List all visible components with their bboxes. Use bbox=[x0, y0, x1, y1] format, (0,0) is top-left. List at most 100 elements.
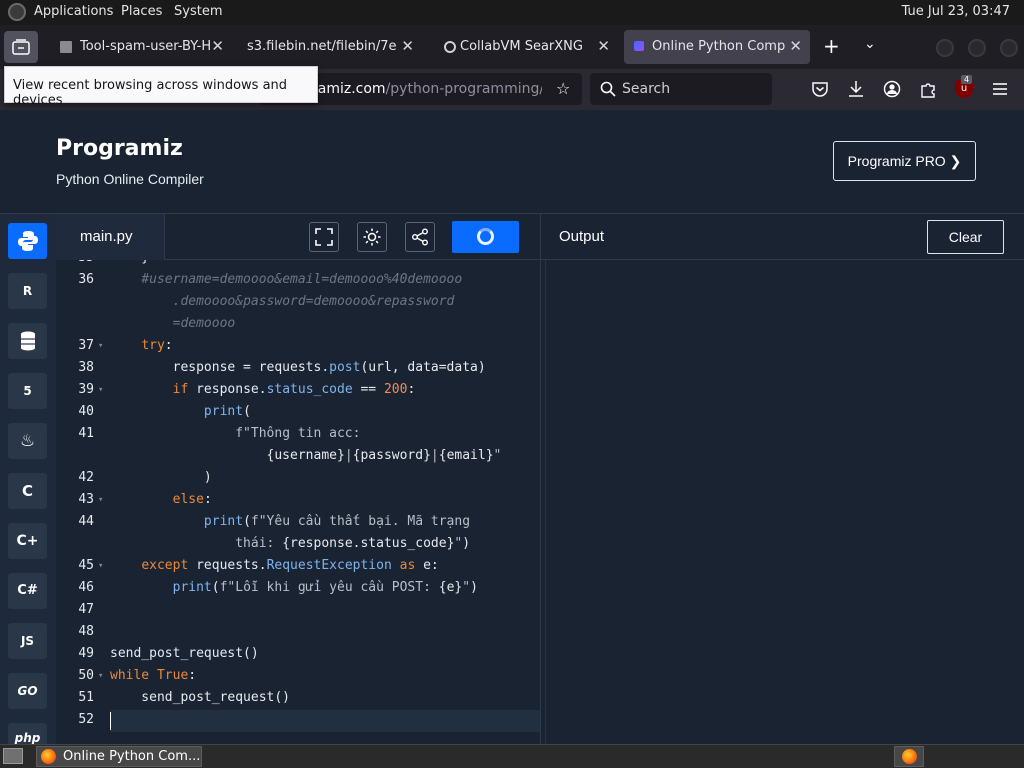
programiz-pro-button[interactable]: Programiz PRO ❯ bbox=[833, 141, 976, 181]
output-panel[interactable] bbox=[540, 260, 1024, 744]
editor-toolbar: main.py bbox=[56, 213, 540, 261]
output-header: Output Clear bbox=[540, 213, 1024, 260]
code-line: } bbox=[110, 260, 149, 265]
downloads-icon[interactable] bbox=[847, 80, 865, 98]
fullscreen-icon bbox=[315, 228, 333, 246]
line-number: 50 bbox=[78, 668, 94, 683]
hamburger-menu-icon[interactable] bbox=[992, 82, 1008, 96]
document-favicon-icon bbox=[60, 41, 72, 53]
file-tab-main-py[interactable]: main.py bbox=[56, 214, 165, 261]
places-menu[interactable]: Places bbox=[121, 4, 162, 19]
line-number: 35 bbox=[56, 260, 94, 265]
close-tab-icon[interactable]: ✕ bbox=[597, 37, 610, 55]
code-line: {username}|{password}|{email}" bbox=[110, 448, 502, 463]
go-icon[interactable]: GO bbox=[8, 673, 47, 709]
clock[interactable]: Tue Jul 23, 03:47 bbox=[902, 4, 1010, 19]
fold-arrow-icon[interactable]: ▾ bbox=[98, 341, 103, 351]
address-bar-url: ramiz.com/python-programming/onl bbox=[312, 81, 542, 97]
theme-toggle-button[interactable] bbox=[357, 222, 387, 252]
tab-searxng[interactable]: CollabVM SearXNG ✕ bbox=[432, 30, 618, 64]
line-number: 49 bbox=[78, 646, 94, 661]
share-icon bbox=[412, 228, 428, 246]
applications-menu[interactable]: Applications bbox=[34, 4, 113, 19]
searxng-favicon-icon bbox=[444, 41, 456, 53]
csharp-icon[interactable]: C# bbox=[8, 573, 47, 609]
tabs-list-icon bbox=[12, 39, 30, 55]
close-tab-icon[interactable]: ✕ bbox=[211, 37, 224, 55]
page-subtitle: Python Online Compiler bbox=[56, 171, 204, 187]
search-bar[interactable]: Search bbox=[590, 73, 772, 105]
fold-arrow-icon[interactable]: ▾ bbox=[98, 385, 103, 395]
tab-title: CollabVM SearXNG bbox=[460, 39, 583, 54]
tab-tool-spam[interactable]: Tool-spam-user-BY-H ✕ bbox=[48, 30, 232, 64]
share-button[interactable] bbox=[405, 222, 435, 252]
code-line: else: bbox=[172, 492, 212, 507]
maximize-window-button[interactable] bbox=[968, 39, 986, 57]
pocket-icon[interactable] bbox=[811, 80, 829, 98]
run-button[interactable] bbox=[452, 221, 519, 253]
show-desktop-icon[interactable] bbox=[3, 748, 23, 764]
logo-text: Programiz bbox=[56, 136, 183, 161]
code-line: print(f"Yêu cầu thất bại. Mã trạng bbox=[203, 514, 471, 529]
js-icon[interactable]: JS bbox=[8, 623, 47, 659]
clear-button[interactable]: Clear bbox=[927, 220, 1004, 254]
code-line: try: bbox=[141, 338, 173, 353]
fold-arrow-icon[interactable]: ▾ bbox=[98, 495, 103, 505]
code-line: print(f"Lỗi khi gửi yêu cầu POST: {e}") bbox=[172, 580, 478, 595]
python-icon[interactable] bbox=[8, 223, 47, 259]
c-icon[interactable]: C bbox=[8, 473, 47, 509]
database-icon[interactable] bbox=[8, 323, 47, 359]
recent-browsing-button[interactable] bbox=[4, 31, 38, 63]
php-icon[interactable]: php bbox=[8, 723, 47, 745]
system-menu[interactable]: System bbox=[174, 4, 222, 19]
code-line: .demoooo&password=demoooo&repassword bbox=[172, 294, 455, 309]
java-icon[interactable]: ♨ bbox=[8, 423, 47, 459]
gnome-foot-icon[interactable] bbox=[8, 3, 26, 21]
list-all-tabs-chevron-icon[interactable]: ⌄ bbox=[864, 36, 876, 52]
taskbar-window-title: Online Python Com... bbox=[63, 749, 201, 764]
ublock-badge: 4 bbox=[961, 75, 973, 84]
tab-filebin[interactable]: s3.filebin.net/filebin/7e74 ✕ bbox=[234, 30, 422, 64]
fold-arrow-icon[interactable]: ▾ bbox=[98, 561, 103, 571]
fullscreen-button[interactable] bbox=[309, 222, 339, 252]
line-number: 52 bbox=[78, 712, 94, 727]
line-number: 46 bbox=[78, 580, 94, 595]
html5-icon[interactable]: 5 bbox=[8, 373, 47, 409]
line-number: 42 bbox=[78, 470, 94, 485]
code-line: send_post_request() bbox=[110, 690, 291, 705]
line-number: 37 bbox=[78, 338, 94, 353]
tab-title: Online Python Compile bbox=[652, 39, 786, 54]
tab-online-python-compiler[interactable]: Online Python Compile ✕ bbox=[624, 30, 810, 64]
minimize-window-button[interactable] bbox=[936, 39, 954, 57]
line-number: 47 bbox=[78, 602, 94, 617]
cpp-icon[interactable]: C+ bbox=[8, 523, 47, 559]
tray-firefox-launcher[interactable] bbox=[894, 746, 924, 767]
taskbar-firefox-window[interactable]: Online Python Com... bbox=[36, 746, 202, 767]
line-number: 51 bbox=[78, 690, 94, 705]
close-tab-icon[interactable]: ✕ bbox=[401, 37, 414, 55]
loading-spinner-icon bbox=[477, 228, 494, 245]
search-icon bbox=[600, 81, 616, 97]
programiz-favicon-icon bbox=[634, 41, 644, 51]
sun-icon bbox=[363, 228, 381, 246]
code-editor[interactable]: 35 } 36 #username=demoooo&email=demoooo%4… bbox=[56, 260, 540, 744]
line-number: 36 bbox=[78, 272, 94, 287]
close-window-button[interactable] bbox=[1000, 39, 1018, 57]
extensions-puzzle-icon[interactable] bbox=[919, 80, 937, 98]
programiz-logo[interactable]: Programiz bbox=[56, 136, 183, 161]
fold-arrow-icon[interactable]: ▾ bbox=[98, 671, 103, 681]
code-line: while True: bbox=[110, 668, 197, 683]
r-icon[interactable]: R bbox=[8, 273, 47, 309]
bottom-taskbar: Online Python Com... bbox=[0, 744, 1024, 768]
firefox-icon bbox=[41, 749, 56, 764]
new-tab-icon[interactable]: + bbox=[823, 34, 840, 58]
language-sidebar: R 5 ♨ C C+ C# JS GO php bbox=[0, 213, 56, 745]
line-number: 39 bbox=[78, 382, 94, 397]
python-logo-shape bbox=[17, 231, 38, 251]
recent-browsing-tooltip: View recent browsing across windows and … bbox=[4, 66, 318, 108]
account-icon[interactable] bbox=[883, 80, 901, 98]
text-cursor bbox=[110, 712, 111, 730]
line-number: 41 bbox=[78, 426, 94, 441]
bookmark-star-icon[interactable]: ☆ bbox=[556, 79, 570, 98]
close-tab-icon[interactable]: ✕ bbox=[789, 37, 802, 55]
